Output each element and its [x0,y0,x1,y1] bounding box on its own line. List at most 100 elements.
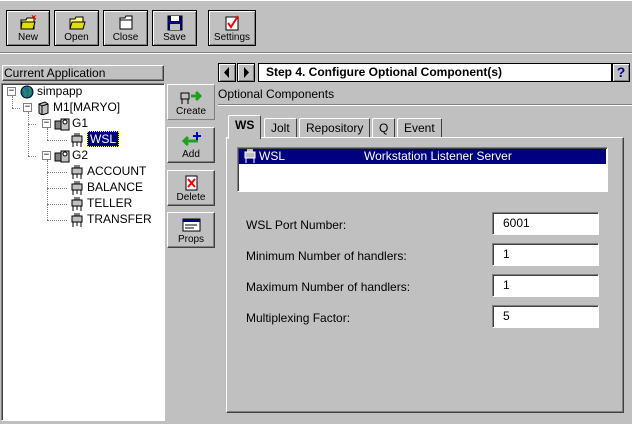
tree-node-machine[interactable]: M1[MARYO] [35,100,120,116]
tree-node-server[interactable]: TELLER [69,196,132,212]
save-button-label: Save [163,32,186,43]
new-button-label: New [17,32,38,43]
tree-connector [47,220,67,221]
tree-connector [47,204,67,205]
help-icon: ? [616,64,626,80]
tree-connector [28,112,29,156]
checklist-icon [225,15,239,31]
server-icon [71,132,83,147]
section-title: Optional Components [218,87,335,101]
component-description: Workstation Listener Server [364,149,512,163]
delete-icon [185,175,198,191]
create-button-label: Create [175,106,206,117]
tree-node-label: BALANCE [87,180,144,194]
close-folder-icon [119,15,132,30]
tree-node-group[interactable]: G2 [54,148,88,164]
tree-node-server[interactable]: ACCOUNT [69,164,146,180]
previous-step-button[interactable] [218,63,236,82]
arrow-left-icon [224,67,229,78]
min-handlers-input[interactable]: 1 [492,243,599,266]
tree-collapse-toggle[interactable]: − [42,119,51,128]
close-button[interactable]: Close [103,10,148,46]
multiplexing-label: Multiplexing Factor: [246,311,351,325]
tree-node-label: simpapp [37,84,83,98]
components-list[interactable]: WSL Workstation Listener Server [237,147,608,192]
server-icon [71,180,83,195]
help-button[interactable]: ? [612,63,630,82]
tree-collapse-toggle[interactable]: − [42,151,51,160]
open-folder-icon [68,16,86,30]
port-label: WSL Port Number: [246,218,347,232]
next-step-button[interactable] [237,63,255,82]
tab-label: Q [379,121,389,135]
toolbar-top-line [0,0,632,1]
tree-connector [28,124,36,125]
create-server-icon [180,90,203,104]
list-item[interactable]: WSL Workstation Listener Server [239,149,606,164]
tree-connector [47,188,67,189]
tree-connector [47,128,48,140]
properties-icon [182,218,201,232]
delete-button-label: Delete [176,192,206,203]
machine-icon [38,101,49,115]
tree-node-group[interactable]: G1 [54,116,88,132]
tree-node-application[interactable]: simpapp [19,84,82,100]
server-icon [71,196,83,211]
tree-collapse-toggle[interactable]: − [7,87,16,96]
tab-repository[interactable]: Repository [299,118,371,138]
settings-button[interactable]: Settings [208,10,256,46]
component-name: WSL [259,149,286,163]
new-folder-icon [20,15,37,30]
tab-jolt[interactable]: Jolt [264,118,297,138]
server-icon [244,149,256,163]
tree-node-server-wsl[interactable]: WSL [69,131,120,148]
open-button-label: Open [64,32,89,43]
floppy-disk-icon [167,15,182,31]
tab-ws[interactable]: WS [228,115,262,139]
create-button[interactable]: Create [167,84,215,120]
tree-connector [12,108,20,109]
port-input[interactable]: 6001 [492,212,599,235]
application-tree[interactable]: − − − − simpapp M1[MARYO] G1 WSL G2 ACCO… [1,83,165,421]
tree-node-label: TELLER [87,196,133,210]
tree-node-server[interactable]: TRANSFER [69,212,152,228]
group-icon [54,118,70,131]
tree-node-label: M1[MARYO] [53,100,121,114]
tree-connector [12,96,13,108]
open-button[interactable]: Open [54,10,99,46]
tab-label: WS [235,118,255,132]
current-application-title: Current Application [2,65,164,81]
tree-connector [28,156,36,157]
add-arrow-icon [181,132,201,147]
tab-q[interactable]: Q [372,118,396,138]
step-title: Step 4. Configure Optional Component(s) [258,63,612,82]
max-handlers-input[interactable]: 1 [492,274,599,297]
add-button-label: Add [182,149,200,160]
globe-icon [20,85,34,99]
add-button[interactable]: Add [167,127,215,163]
multiplexing-input[interactable]: 5 [492,305,599,328]
max-handlers-label: Maximum Number of handlers: [246,280,411,294]
new-button[interactable]: New [6,10,50,46]
group-icon [54,150,70,163]
section-divider [218,104,632,106]
server-icon [71,212,83,227]
tree-node-label: ACCOUNT [87,164,147,178]
props-button-label: Props [177,234,205,245]
arrow-right-icon [244,67,249,78]
tree-node-label: TRANSFER [87,212,152,226]
toolbar-separator [0,52,632,54]
tab-label: Repository [306,121,364,135]
tree-node-label: G1 [72,116,89,130]
settings-button-label: Settings [213,32,251,43]
tab-event[interactable]: Event [397,118,442,138]
save-button[interactable]: Save [152,10,197,46]
tab-label: Event [404,121,435,135]
tree-connector [47,160,48,220]
tree-connector [47,140,67,141]
delete-button[interactable]: Delete [167,170,215,206]
tab-label: Jolt [271,121,290,135]
tree-collapse-toggle[interactable]: − [23,103,32,112]
props-button[interactable]: Props [167,212,215,248]
tree-node-server[interactable]: BALANCE [69,180,143,196]
